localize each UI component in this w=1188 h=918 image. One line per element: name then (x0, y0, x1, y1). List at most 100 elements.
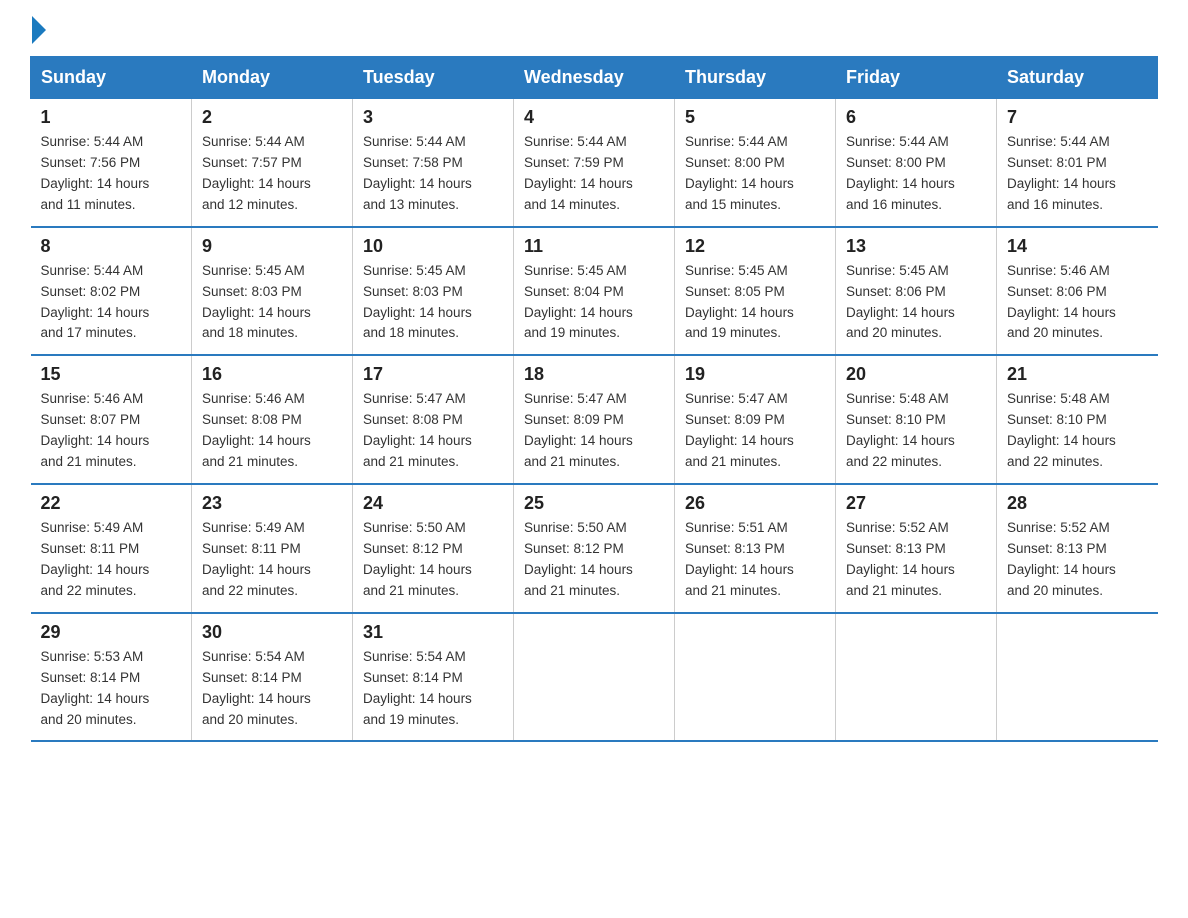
day-detail: Sunrise: 5:45 AMSunset: 8:04 PMDaylight:… (524, 263, 633, 341)
calendar-cell: 20 Sunrise: 5:48 AMSunset: 8:10 PMDaylig… (836, 355, 997, 484)
header-wednesday: Wednesday (514, 57, 675, 99)
calendar-header-row: SundayMondayTuesdayWednesdayThursdayFrid… (31, 57, 1158, 99)
calendar-cell: 18 Sunrise: 5:47 AMSunset: 8:09 PMDaylig… (514, 355, 675, 484)
calendar-cell (997, 613, 1158, 742)
day-detail: Sunrise: 5:51 AMSunset: 8:13 PMDaylight:… (685, 520, 794, 598)
day-detail: Sunrise: 5:46 AMSunset: 8:06 PMDaylight:… (1007, 263, 1116, 341)
day-detail: Sunrise: 5:50 AMSunset: 8:12 PMDaylight:… (524, 520, 633, 598)
day-number: 7 (1007, 107, 1148, 128)
header-saturday: Saturday (997, 57, 1158, 99)
day-number: 31 (363, 622, 503, 643)
day-number: 3 (363, 107, 503, 128)
day-number: 28 (1007, 493, 1148, 514)
day-number: 19 (685, 364, 825, 385)
day-number: 12 (685, 236, 825, 257)
calendar-cell: 25 Sunrise: 5:50 AMSunset: 8:12 PMDaylig… (514, 484, 675, 613)
calendar-cell: 21 Sunrise: 5:48 AMSunset: 8:10 PMDaylig… (997, 355, 1158, 484)
calendar-cell: 2 Sunrise: 5:44 AMSunset: 7:57 PMDayligh… (192, 99, 353, 227)
day-detail: Sunrise: 5:54 AMSunset: 8:14 PMDaylight:… (363, 649, 472, 727)
day-number: 5 (685, 107, 825, 128)
calendar-cell (836, 613, 997, 742)
day-detail: Sunrise: 5:46 AMSunset: 8:07 PMDaylight:… (41, 391, 150, 469)
calendar-cell: 31 Sunrise: 5:54 AMSunset: 8:14 PMDaylig… (353, 613, 514, 742)
calendar-cell: 12 Sunrise: 5:45 AMSunset: 8:05 PMDaylig… (675, 227, 836, 356)
header-thursday: Thursday (675, 57, 836, 99)
calendar-cell: 26 Sunrise: 5:51 AMSunset: 8:13 PMDaylig… (675, 484, 836, 613)
day-number: 17 (363, 364, 503, 385)
day-detail: Sunrise: 5:47 AMSunset: 8:09 PMDaylight:… (685, 391, 794, 469)
calendar-cell: 1 Sunrise: 5:44 AMSunset: 7:56 PMDayligh… (31, 99, 192, 227)
calendar-table: SundayMondayTuesdayWednesdayThursdayFrid… (30, 56, 1158, 742)
day-detail: Sunrise: 5:44 AMSunset: 7:57 PMDaylight:… (202, 134, 311, 212)
calendar-week-row: 22 Sunrise: 5:49 AMSunset: 8:11 PMDaylig… (31, 484, 1158, 613)
calendar-cell: 10 Sunrise: 5:45 AMSunset: 8:03 PMDaylig… (353, 227, 514, 356)
day-number: 11 (524, 236, 664, 257)
day-number: 30 (202, 622, 342, 643)
day-detail: Sunrise: 5:45 AMSunset: 8:06 PMDaylight:… (846, 263, 955, 341)
calendar-week-row: 29 Sunrise: 5:53 AMSunset: 8:14 PMDaylig… (31, 613, 1158, 742)
day-number: 24 (363, 493, 503, 514)
header-monday: Monday (192, 57, 353, 99)
day-number: 1 (41, 107, 182, 128)
day-number: 10 (363, 236, 503, 257)
day-number: 14 (1007, 236, 1148, 257)
day-number: 25 (524, 493, 664, 514)
page-header (30, 20, 1158, 46)
day-detail: Sunrise: 5:50 AMSunset: 8:12 PMDaylight:… (363, 520, 472, 598)
calendar-cell: 19 Sunrise: 5:47 AMSunset: 8:09 PMDaylig… (675, 355, 836, 484)
calendar-cell (675, 613, 836, 742)
day-detail: Sunrise: 5:46 AMSunset: 8:08 PMDaylight:… (202, 391, 311, 469)
day-number: 4 (524, 107, 664, 128)
day-detail: Sunrise: 5:49 AMSunset: 8:11 PMDaylight:… (202, 520, 311, 598)
calendar-cell: 15 Sunrise: 5:46 AMSunset: 8:07 PMDaylig… (31, 355, 192, 484)
day-detail: Sunrise: 5:44 AMSunset: 8:01 PMDaylight:… (1007, 134, 1116, 212)
calendar-week-row: 8 Sunrise: 5:44 AMSunset: 8:02 PMDayligh… (31, 227, 1158, 356)
calendar-cell: 11 Sunrise: 5:45 AMSunset: 8:04 PMDaylig… (514, 227, 675, 356)
calendar-cell: 17 Sunrise: 5:47 AMSunset: 8:08 PMDaylig… (353, 355, 514, 484)
calendar-cell: 22 Sunrise: 5:49 AMSunset: 8:11 PMDaylig… (31, 484, 192, 613)
day-number: 8 (41, 236, 182, 257)
day-detail: Sunrise: 5:48 AMSunset: 8:10 PMDaylight:… (1007, 391, 1116, 469)
day-detail: Sunrise: 5:52 AMSunset: 8:13 PMDaylight:… (1007, 520, 1116, 598)
calendar-cell: 27 Sunrise: 5:52 AMSunset: 8:13 PMDaylig… (836, 484, 997, 613)
day-number: 26 (685, 493, 825, 514)
day-number: 6 (846, 107, 986, 128)
calendar-cell: 6 Sunrise: 5:44 AMSunset: 8:00 PMDayligh… (836, 99, 997, 227)
day-detail: Sunrise: 5:53 AMSunset: 8:14 PMDaylight:… (41, 649, 150, 727)
day-detail: Sunrise: 5:44 AMSunset: 8:00 PMDaylight:… (685, 134, 794, 212)
calendar-cell: 24 Sunrise: 5:50 AMSunset: 8:12 PMDaylig… (353, 484, 514, 613)
calendar-cell: 14 Sunrise: 5:46 AMSunset: 8:06 PMDaylig… (997, 227, 1158, 356)
day-number: 21 (1007, 364, 1148, 385)
day-detail: Sunrise: 5:48 AMSunset: 8:10 PMDaylight:… (846, 391, 955, 469)
day-number: 29 (41, 622, 182, 643)
calendar-cell: 30 Sunrise: 5:54 AMSunset: 8:14 PMDaylig… (192, 613, 353, 742)
day-detail: Sunrise: 5:44 AMSunset: 8:02 PMDaylight:… (41, 263, 150, 341)
day-number: 13 (846, 236, 986, 257)
calendar-cell: 16 Sunrise: 5:46 AMSunset: 8:08 PMDaylig… (192, 355, 353, 484)
day-detail: Sunrise: 5:47 AMSunset: 8:09 PMDaylight:… (524, 391, 633, 469)
logo-arrow-icon (32, 16, 46, 44)
day-detail: Sunrise: 5:44 AMSunset: 7:58 PMDaylight:… (363, 134, 472, 212)
day-number: 9 (202, 236, 342, 257)
calendar-cell: 8 Sunrise: 5:44 AMSunset: 8:02 PMDayligh… (31, 227, 192, 356)
day-number: 16 (202, 364, 342, 385)
header-sunday: Sunday (31, 57, 192, 99)
day-number: 18 (524, 364, 664, 385)
day-detail: Sunrise: 5:54 AMSunset: 8:14 PMDaylight:… (202, 649, 311, 727)
header-friday: Friday (836, 57, 997, 99)
day-detail: Sunrise: 5:44 AMSunset: 7:59 PMDaylight:… (524, 134, 633, 212)
day-number: 15 (41, 364, 182, 385)
calendar-cell: 29 Sunrise: 5:53 AMSunset: 8:14 PMDaylig… (31, 613, 192, 742)
calendar-cell: 23 Sunrise: 5:49 AMSunset: 8:11 PMDaylig… (192, 484, 353, 613)
day-detail: Sunrise: 5:49 AMSunset: 8:11 PMDaylight:… (41, 520, 150, 598)
day-detail: Sunrise: 5:47 AMSunset: 8:08 PMDaylight:… (363, 391, 472, 469)
calendar-cell: 28 Sunrise: 5:52 AMSunset: 8:13 PMDaylig… (997, 484, 1158, 613)
calendar-cell: 5 Sunrise: 5:44 AMSunset: 8:00 PMDayligh… (675, 99, 836, 227)
calendar-cell: 9 Sunrise: 5:45 AMSunset: 8:03 PMDayligh… (192, 227, 353, 356)
calendar-cell: 7 Sunrise: 5:44 AMSunset: 8:01 PMDayligh… (997, 99, 1158, 227)
day-detail: Sunrise: 5:45 AMSunset: 8:05 PMDaylight:… (685, 263, 794, 341)
day-number: 23 (202, 493, 342, 514)
calendar-cell: 4 Sunrise: 5:44 AMSunset: 7:59 PMDayligh… (514, 99, 675, 227)
day-number: 2 (202, 107, 342, 128)
calendar-week-row: 1 Sunrise: 5:44 AMSunset: 7:56 PMDayligh… (31, 99, 1158, 227)
